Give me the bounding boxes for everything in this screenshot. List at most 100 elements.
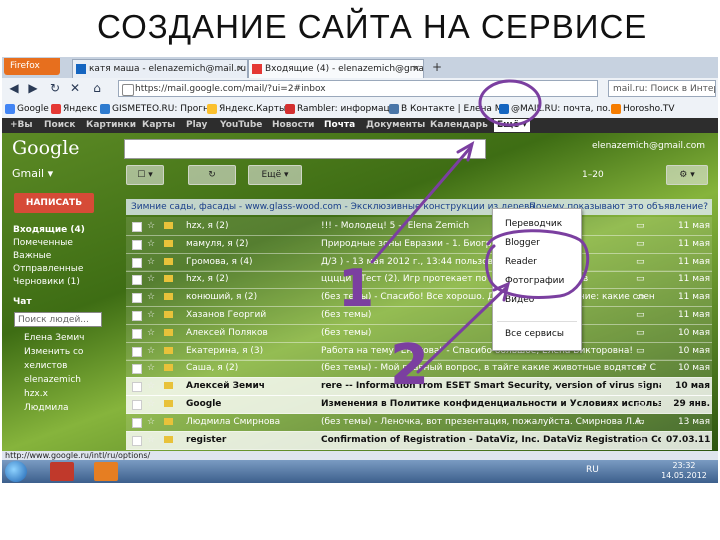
menu-item-all-services[interactable]: Все сервисы — [505, 329, 564, 339]
contact-item[interactable]: Людмила — [24, 403, 68, 413]
star-icon[interactable]: ☆ — [147, 359, 155, 377]
table-row[interactable]: ☆ Хазанов Георгий (без темы) ▭ 11 мая — [126, 306, 712, 325]
bookmark-gismeteo[interactable]: GISMETEO.RU: Прогн. — [99, 102, 212, 116]
star-icon[interactable]: ☆ — [147, 306, 155, 324]
star-icon[interactable]: ☆ — [147, 235, 155, 253]
row-checkbox[interactable] — [132, 275, 142, 286]
settings-button[interactable]: ⚙ ▾ — [666, 165, 708, 185]
star-icon[interactable]: ☆ — [147, 253, 155, 271]
menu-item-reader[interactable]: Reader — [505, 257, 537, 267]
importance-marker-icon[interactable] — [164, 382, 173, 390]
select-checkbox-dropdown[interactable]: ☐ ▾ — [126, 165, 164, 185]
powerpoint-icon[interactable] — [50, 462, 74, 481]
menu-item-video[interactable]: Видео — [505, 295, 534, 305]
user-email[interactable]: elenazemich@gmail.com — [592, 141, 705, 151]
gbar-calendar[interactable]: Календарь — [430, 118, 488, 133]
mail-search-input[interactable] — [124, 139, 486, 159]
search-input[interactable]: mail.ru: Поиск в Интернете — [608, 80, 716, 97]
importance-marker-icon[interactable] — [164, 222, 173, 229]
star-icon[interactable]: ☆ — [147, 413, 155, 431]
bookmark-google[interactable]: Google — [4, 102, 49, 116]
importance-marker-icon[interactable] — [164, 435, 173, 443]
table-row[interactable]: ☆ Алексей Земич rere -- Information from E… — [126, 377, 712, 397]
gbar-play[interactable]: Play — [186, 118, 207, 133]
table-row[interactable]: ☆ Алексей Поляков (без темы) ▭ 10 мая — [126, 323, 712, 343]
forward-icon[interactable]: ▶ — [24, 80, 42, 97]
gmail-menu[interactable]: Gmail ▾ — [12, 167, 53, 180]
more-actions-button[interactable]: Ещё ▾ — [248, 165, 302, 185]
menu-item-blogger[interactable]: Blogger — [505, 238, 540, 248]
table-row[interactable]: ☆ register Confirmation of Registration - … — [126, 430, 712, 450]
gbar-images[interactable]: Картинки — [86, 118, 136, 133]
contact-item[interactable]: Елена Земич — [24, 333, 85, 343]
importance-marker-icon[interactable] — [164, 257, 173, 265]
bookmark-horosho[interactable]: Horosho.TV — [610, 102, 675, 116]
table-row[interactable]: ☆ hzx, я (2) ццццй - Тест (2). Игр протека… — [126, 270, 712, 290]
row-checkbox[interactable] — [132, 293, 142, 304]
row-checkbox[interactable] — [132, 257, 142, 268]
new-tab-button[interactable]: + — [428, 60, 446, 76]
compose-button[interactable]: НАПИСАТЬ — [14, 193, 94, 213]
tab-mailru[interactable]: катя маша - elenazemich@mail.ru - . × — [72, 59, 248, 78]
tab-gmail[interactable]: Входящие (4) - elenazemich@gmail . × — [248, 59, 424, 78]
importance-marker-icon[interactable] — [164, 275, 173, 283]
gbar-news[interactable]: Новости — [272, 118, 314, 133]
gbar-mail[interactable]: Почта — [324, 118, 355, 133]
close-icon[interactable]: × — [236, 60, 244, 78]
row-checkbox[interactable] — [132, 400, 142, 410]
row-checkbox[interactable] — [132, 328, 142, 339]
importance-marker-icon[interactable] — [164, 239, 173, 247]
clock[interactable]: 23:32 14.05.2012 — [660, 461, 708, 481]
importance-marker-icon[interactable] — [164, 293, 173, 301]
bookmark-mailru[interactable]: @MAIL.RU: почта, по. — [498, 102, 611, 116]
table-row[interactable]: ☆ hzx, я (2) !!! - Молодец! 5 -- Elena Zem… — [126, 217, 712, 236]
sidebar-item-important[interactable]: Важные — [13, 251, 51, 261]
close-icon[interactable]: × — [412, 60, 420, 78]
importance-marker-icon[interactable] — [164, 364, 173, 372]
gbar-you[interactable]: +Вы — [10, 118, 33, 133]
importance-marker-icon[interactable] — [164, 346, 173, 354]
importance-marker-icon[interactable] — [164, 417, 173, 425]
firefox-icon[interactable] — [94, 462, 118, 481]
row-checkbox[interactable] — [132, 346, 142, 357]
bookmark-yandex-maps[interactable]: Яндекс.Карты — [206, 102, 286, 116]
row-checkbox[interactable] — [132, 222, 142, 232]
star-icon[interactable]: ☆ — [147, 288, 155, 306]
gbar-search[interactable]: Поиск — [44, 118, 75, 133]
stop-icon[interactable]: ✕ — [66, 80, 84, 97]
star-icon[interactable]: ☆ — [147, 377, 155, 395]
contact-item[interactable]: хелистов — [24, 361, 67, 371]
gbar-more-button[interactable]: Ещё ▾ — [494, 119, 530, 132]
table-row[interactable]: ☆ мамуля, я (2) Природные зоны Евразии - 1… — [126, 234, 712, 254]
ad-banner[interactable]: Зимние сады, фасады - www.glass-wood.com… — [126, 199, 712, 215]
row-checkbox[interactable] — [132, 311, 142, 321]
importance-marker-icon[interactable] — [164, 328, 173, 336]
bookmark-rambler[interactable]: Rambler: информаци. — [284, 102, 398, 116]
bookmark-vkontakte[interactable]: В Контакте | Елена М. — [388, 102, 505, 116]
bookmark-yandex[interactable]: Яндекс — [50, 102, 97, 116]
row-checkbox[interactable] — [132, 382, 142, 393]
language-indicator[interactable]: RU — [586, 465, 599, 475]
sidebar-item-sent[interactable]: Отправленные — [13, 264, 83, 274]
contact-item[interactable]: Изменить со — [24, 347, 83, 357]
table-row[interactable]: ☆ конюший, я (2) (без темы) - Спасибо! Все… — [126, 288, 712, 308]
star-icon[interactable]: ☆ — [147, 217, 155, 235]
row-checkbox[interactable] — [132, 417, 142, 428]
reload-icon[interactable]: ↻ — [46, 80, 64, 97]
star-icon[interactable]: ☆ — [147, 431, 155, 449]
row-checkbox[interactable] — [132, 435, 142, 446]
gbar-youtube[interactable]: YouTube — [220, 118, 262, 133]
table-row[interactable]: ☆ Громова, я (4) Д/З ) - 13 мая 2012 г., 1… — [126, 252, 712, 272]
table-row[interactable]: ☆ Google Изменения в Политике конфиденциал… — [126, 395, 712, 414]
importance-marker-icon[interactable] — [164, 311, 173, 318]
menu-item-photos[interactable]: Фотографии — [505, 276, 564, 286]
url-bar[interactable]: https://mail.google.com/mail/?ui=2#inbox — [118, 80, 598, 97]
sidebar-item-drafts[interactable]: Черновики (1) — [13, 277, 80, 287]
sidebar-item-inbox[interactable]: Входящие (4) — [13, 225, 85, 235]
table-row[interactable]: ☆ Саша, я (2) (без темы) - Мой главный воп… — [126, 359, 712, 379]
gbar-docs[interactable]: Документы — [366, 118, 425, 133]
chat-search-input[interactable]: Поиск людей... — [14, 312, 102, 327]
back-icon[interactable]: ◀ — [5, 80, 23, 97]
contact-item[interactable]: hzx.x — [24, 389, 48, 399]
refresh-button[interactable]: ↻ — [188, 165, 236, 185]
